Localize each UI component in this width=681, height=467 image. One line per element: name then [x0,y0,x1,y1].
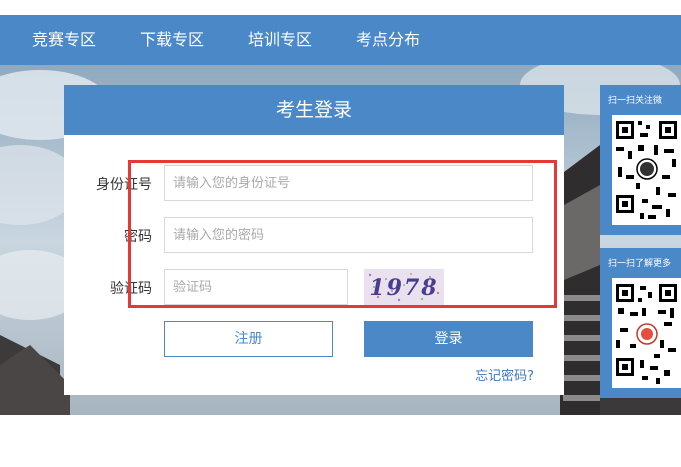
top-strip [0,0,681,15]
qr-caption-follow: 扫一扫关注微 [608,96,663,106]
login-title: 考生登录 [64,85,564,135]
login-panel: 考生登录 身份证号 密码 验证码 1978 注册 登录 忘记密码? [64,85,564,395]
register-button[interactable]: 注册 [164,321,333,357]
nav-bar: 竞赛专区 下载专区 培训专区 考点分布 [0,15,681,65]
id-number-input[interactable] [164,165,533,201]
qr-code-follow [612,115,681,225]
captcha-label: 验证码 [110,281,152,297]
nav-item-test-centers[interactable]: 考点分布 [356,15,420,65]
captcha-noise-graphic: 1978 [364,269,444,305]
captcha-image[interactable]: 1978 [364,269,444,305]
login-button[interactable]: 登录 [364,321,533,357]
password-input[interactable] [164,217,533,253]
forgot-password-link[interactable]: 忘记密码? [475,365,534,384]
qr-caption-learn-more: 扫一扫了解更多 [608,259,672,269]
qr-card-learn-more: 扫一扫了解更多 [600,248,681,398]
nav-item-download[interactable]: 下载专区 [140,15,204,65]
password-label: 密码 [124,229,152,245]
captcha-input[interactable] [164,269,348,305]
captcha-text: 1978 [369,275,438,301]
qr-card-follow: 扫一扫关注微 [600,85,681,235]
nav-item-competition[interactable]: 竞赛专区 [32,15,96,65]
qr-code-learn-more [612,278,681,388]
id-number-label: 身份证号 [96,177,152,193]
page-bottom-area [0,415,681,467]
nav-item-training[interactable]: 培训专区 [248,15,312,65]
